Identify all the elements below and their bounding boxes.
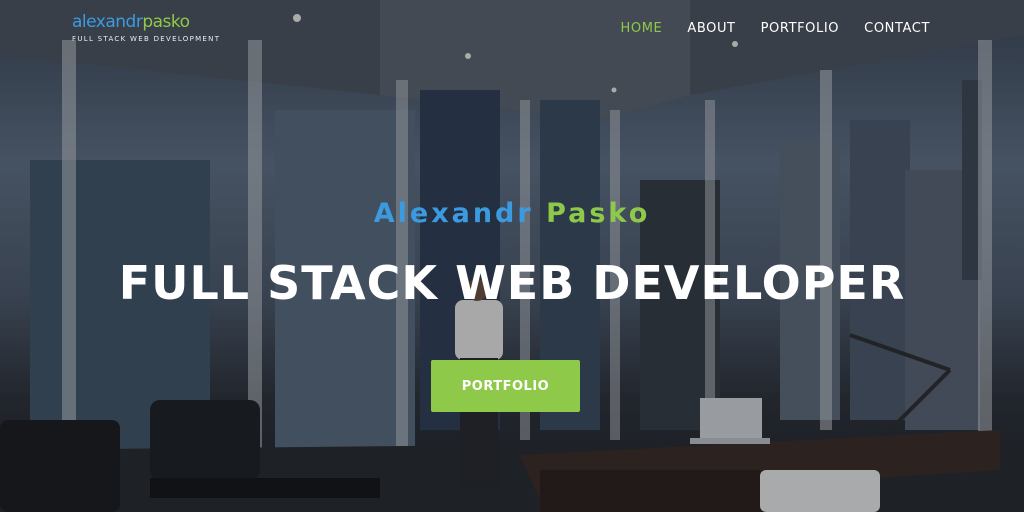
- logo-part-second: pasko: [142, 12, 190, 32]
- hero-name: Alexandr Pasko: [0, 198, 1024, 229]
- nav-contact[interactable]: CONTACT: [864, 21, 930, 36]
- hero-name-last: Pasko: [546, 198, 651, 229]
- logo-tagline: FULL STACK WEB DEVELOPMENT: [72, 35, 221, 43]
- portfolio-button[interactable]: PORTFOLIO: [431, 360, 580, 412]
- hero-headline: FULL STACK WEB DEVELOPER: [118, 256, 906, 310]
- hero-section: alexandrpasko FULL STACK WEB DEVELOPMENT…: [0, 0, 1024, 512]
- logo-wordmark: alexandrpasko: [72, 12, 220, 32]
- logo-part-first: alexandr: [72, 12, 143, 32]
- hero-name-first: Alexandr: [373, 198, 534, 229]
- nav-home[interactable]: HOME: [620, 21, 662, 36]
- nav-about[interactable]: ABOUT: [687, 21, 735, 36]
- main-nav: HOME ABOUT PORTFOLIO CONTACT: [620, 21, 930, 36]
- brand-logo[interactable]: alexandrpasko FULL STACK WEB DEVELOPMENT: [72, 12, 220, 43]
- nav-portfolio[interactable]: PORTFOLIO: [761, 21, 840, 36]
